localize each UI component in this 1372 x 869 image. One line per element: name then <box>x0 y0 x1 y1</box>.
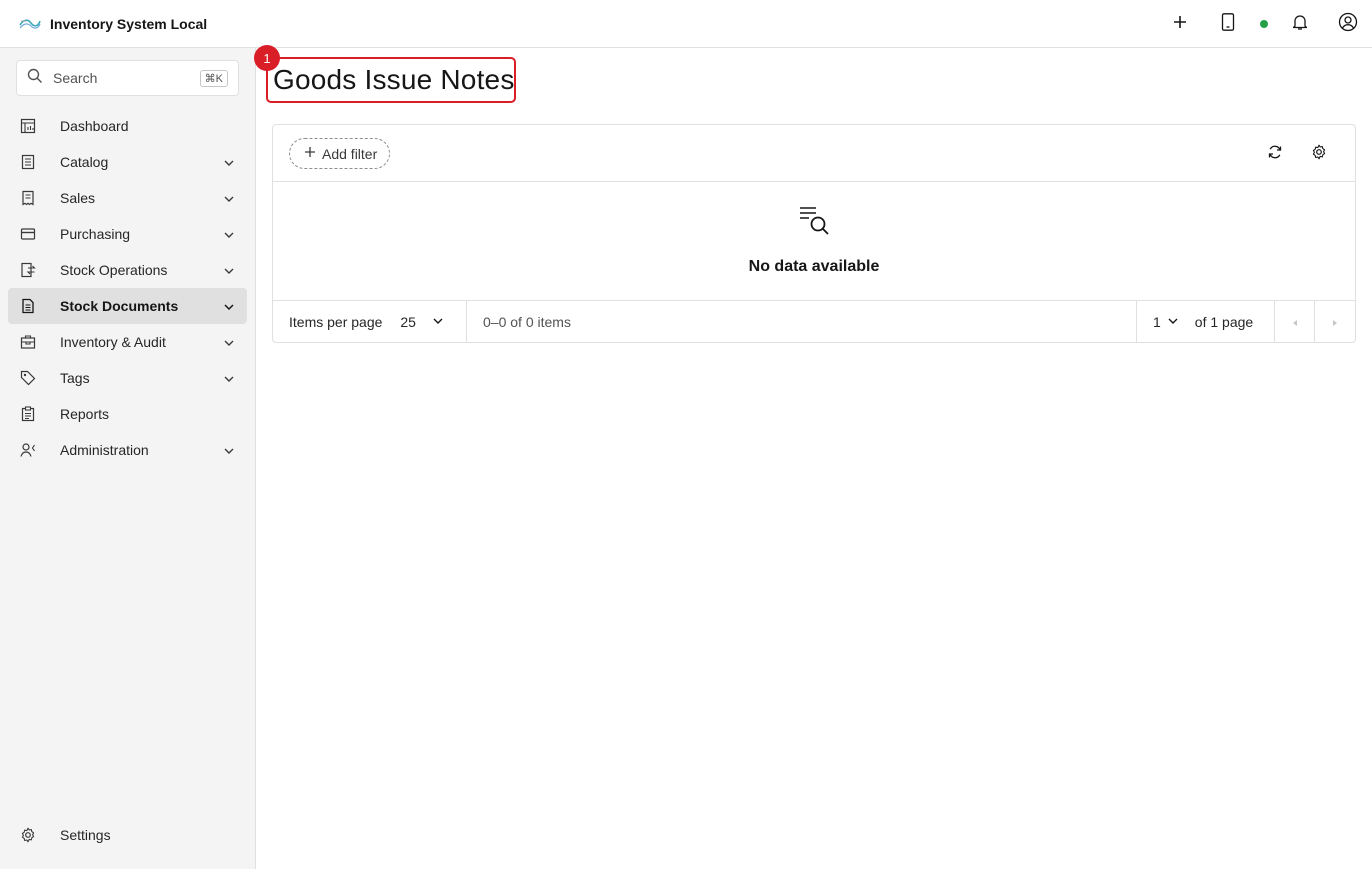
chevron-down-icon <box>223 192 235 210</box>
sidebar-item-label: Tags <box>60 370 90 386</box>
brand[interactable]: Inventory System Local <box>18 12 207 36</box>
current-page: 1 <box>1153 313 1161 330</box>
mobile-view-button[interactable] <box>1204 0 1252 48</box>
page-title-highlight: 1 Goods Issue Notes <box>254 45 516 103</box>
sidebar-nav: Dashboard Catalog Sales Purchasing Stock… <box>8 108 247 468</box>
chevron-down-icon <box>223 300 235 318</box>
sidebar-item-label: Dashboard <box>60 118 129 134</box>
items-per-page-label: Items per page <box>289 313 383 330</box>
gear-icon <box>8 827 48 843</box>
add-filter-button[interactable]: Add filter <box>289 138 391 169</box>
page-size-select[interactable]: 25 <box>400 314 444 330</box>
inventory-icon <box>8 334 48 350</box>
annotation-badge: 1 <box>254 45 280 71</box>
empty-state: No data available <box>273 182 1355 301</box>
status-dot <box>1260 20 1268 28</box>
search-icon <box>27 68 43 89</box>
sidebar-item-tags[interactable]: Tags <box>8 360 247 396</box>
main-content: 1 Goods Issue Notes Add filter No data a… <box>254 45 1372 869</box>
table-settings-button[interactable] <box>1303 138 1335 170</box>
page-title: Goods Issue Notes <box>273 64 515 95</box>
settings-label: Settings <box>60 827 111 843</box>
add-button[interactable] <box>1156 0 1204 48</box>
user-menu-button[interactable] <box>1324 0 1372 48</box>
table-toolbar: Add filter <box>273 125 1355 182</box>
refresh-button[interactable] <box>1259 138 1291 170</box>
mobile-icon <box>1220 12 1236 36</box>
add-filter-label: Add filter <box>322 145 378 162</box>
empty-message: No data available <box>748 258 880 275</box>
sidebar-item-sales[interactable]: Sales <box>8 180 247 216</box>
receipt-icon <box>8 190 48 206</box>
transfer-icon <box>8 262 48 278</box>
sidebar-item-stock-operations[interactable]: Stock Operations <box>8 252 247 288</box>
sidebar: Search ⌘K Dashboard Catalog Sales Purcha… <box>0 48 256 869</box>
chevron-down-icon <box>223 228 235 246</box>
chevron-down-icon <box>223 444 235 462</box>
connection-status <box>1252 0 1276 48</box>
sidebar-item-label: Inventory & Audit <box>60 334 166 350</box>
document-icon <box>8 298 48 314</box>
admin-icon <box>8 442 48 458</box>
page-size-value: 25 <box>400 313 416 330</box>
sidebar-item-label: Administration <box>60 442 149 458</box>
sidebar-item-label: Sales <box>60 190 96 206</box>
previous-page-button[interactable] <box>1275 301 1315 342</box>
pagination: Items per page 25 0–0 of 0 items 1 of 1 … <box>273 301 1355 342</box>
catalog-icon <box>8 154 48 170</box>
chevron-down-icon <box>223 156 235 174</box>
chevron-down-icon <box>432 314 444 330</box>
search-input[interactable]: Search ⌘K <box>16 60 239 96</box>
tag-icon <box>8 370 48 386</box>
sidebar-item-reports[interactable]: Reports <box>8 396 247 432</box>
sidebar-item-label: Purchasing <box>60 226 131 242</box>
data-table: Add filter No data available Items per p… <box>272 124 1356 343</box>
items-range: 0–0 of 0 items <box>467 301 1137 342</box>
page-select[interactable]: 1 <box>1153 314 1179 330</box>
plus-icon <box>304 146 316 162</box>
report-icon <box>8 406 48 422</box>
chevron-down-icon <box>1167 314 1179 330</box>
page-count: of 1 page <box>1194 313 1254 330</box>
refresh-icon <box>1267 144 1283 165</box>
notifications-button[interactable] <box>1276 0 1324 48</box>
user-avatar-icon <box>1338 12 1358 37</box>
dashboard-icon <box>8 118 48 134</box>
app-title: Inventory System Local <box>50 15 208 32</box>
caret-left-icon <box>1291 314 1299 330</box>
next-page-button[interactable] <box>1315 301 1355 342</box>
sidebar-item-label: Catalog <box>60 154 109 170</box>
sidebar-item-inventory-audit[interactable]: Inventory & Audit <box>8 324 247 360</box>
sidebar-item-catalog[interactable]: Catalog <box>8 144 247 180</box>
bell-icon <box>1291 13 1309 36</box>
caret-right-icon <box>1331 314 1339 330</box>
chevron-down-icon <box>223 372 235 390</box>
chevron-down-icon <box>223 264 235 282</box>
card-icon <box>8 226 48 242</box>
chevron-down-icon <box>223 336 235 354</box>
sidebar-item-administration[interactable]: Administration <box>8 432 247 468</box>
top-header: Inventory System Local <box>0 0 1372 48</box>
sidebar-item-settings[interactable]: Settings <box>8 817 247 853</box>
sidebar-item-stock-documents[interactable]: Stock Documents <box>8 288 247 324</box>
search-placeholder: Search <box>53 70 98 86</box>
plus-icon <box>1172 14 1188 35</box>
sidebar-item-dashboard[interactable]: Dashboard <box>8 108 247 144</box>
search-shortcut: ⌘K <box>199 69 228 87</box>
sidebar-item-label: Reports <box>60 406 110 422</box>
sidebar-item-purchasing[interactable]: Purchasing <box>8 216 247 252</box>
sidebar-item-label: Stock Operations <box>60 262 168 278</box>
app-logo-icon <box>18 12 42 36</box>
gear-icon <box>1311 144 1327 165</box>
sidebar-item-label: Stock Documents <box>60 298 179 314</box>
search-list-icon <box>798 204 830 241</box>
